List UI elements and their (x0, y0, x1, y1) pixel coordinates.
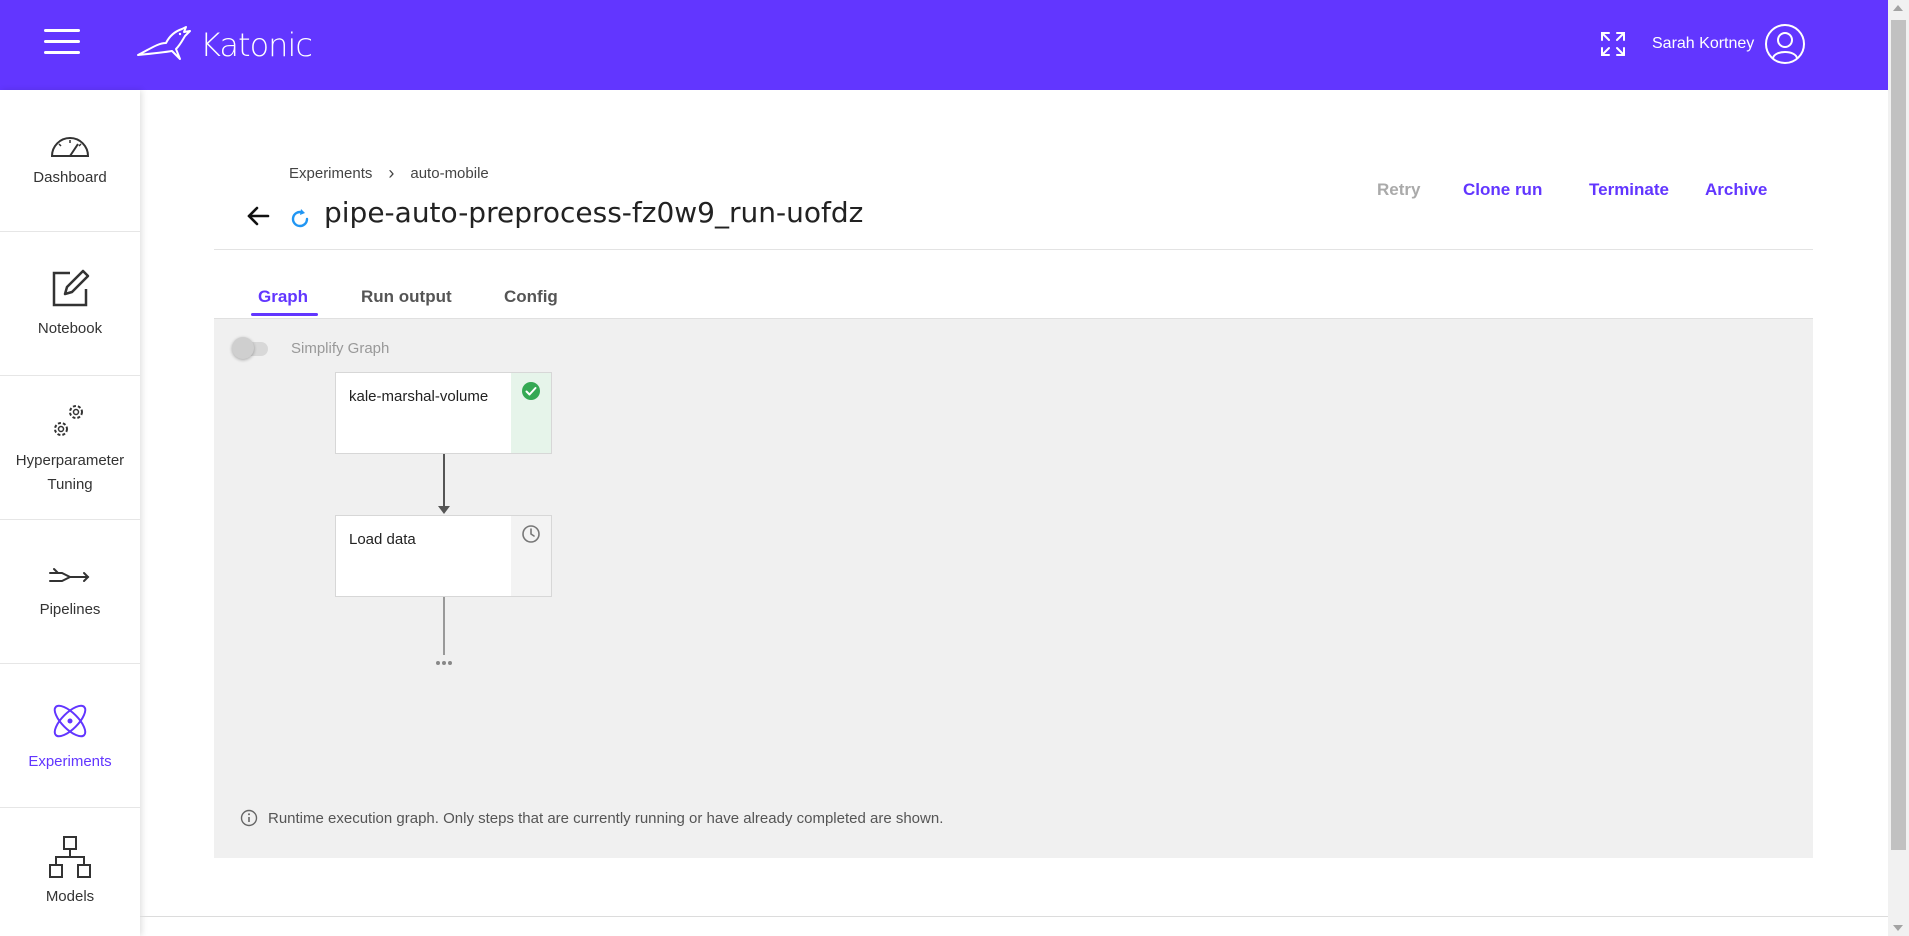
title-divider (214, 249, 1813, 250)
fullscreen-icon[interactable] (1600, 31, 1626, 57)
sidebar: Dashboard Notebook Hyperparameter Tuning… (0, 90, 140, 936)
sidebar-item-experiments[interactable]: Experiments (0, 664, 140, 808)
retry-button[interactable]: Retry (1377, 180, 1420, 200)
menu-icon[interactable] (44, 29, 80, 57)
atom-icon (53, 704, 87, 737)
node-status (511, 516, 551, 596)
simplify-graph-label: Simplify Graph (291, 340, 390, 357)
terminate-button[interactable]: Terminate (1589, 180, 1669, 200)
archive-button[interactable]: Archive (1705, 180, 1767, 200)
clone-run-button[interactable]: Clone run (1463, 180, 1542, 200)
sidebar-item-dashboard[interactable]: Dashboard (0, 90, 140, 232)
graph-info-text: Runtime execution graph. Only steps that… (268, 809, 944, 827)
pipeline-icon (49, 567, 90, 582)
breadcrumb: Experiments › auto-mobile (289, 163, 489, 184)
speedometer-icon (50, 136, 90, 157)
content-bottom-divider (140, 916, 1888, 917)
hierarchy-icon (49, 836, 91, 878)
clock-icon (522, 525, 540, 543)
breadcrumb-separator: › (388, 163, 395, 183)
scroll-thumb[interactable] (1891, 20, 1906, 850)
sidebar-item-notebook[interactable]: Notebook (0, 232, 140, 376)
vertical-scrollbar[interactable] (1888, 0, 1909, 936)
tab-graph[interactable]: Graph (258, 287, 308, 307)
brand-logo[interactable]: Katonic (136, 22, 313, 68)
breadcrumb-current[interactable]: auto-mobile (410, 165, 488, 182)
graph-panel: Simplify Graph kale-marshal-volume Load … (214, 318, 1813, 858)
graph-info-note: Runtime execution graph. Only steps that… (240, 809, 943, 827)
graph-edge (436, 597, 452, 665)
scroll-down-arrow[interactable] (1893, 925, 1903, 931)
top-bar: Katonic Sarah Kortney (0, 0, 1888, 90)
sidebar-item-label: Models (45, 888, 95, 905)
sidebar-item-models[interactable]: Models (0, 808, 140, 936)
graph-edge (438, 454, 450, 514)
info-icon (240, 809, 258, 827)
node-status (511, 373, 551, 453)
avatar[interactable] (1765, 24, 1805, 64)
page-title: pipe-auto-preprocess-fz0w9_run-uofdz (324, 196, 864, 229)
sidebar-item-label: Dashboard (33, 168, 107, 186)
brand-name: Katonic (200, 26, 313, 64)
sidebar-item-label: Hyperparameter Tuning (15, 451, 125, 493)
sidebar-item-label: Notebook (37, 319, 103, 337)
edit-icon (52, 269, 90, 306)
node-label: Load data (349, 531, 416, 548)
kangaroo-logo-icon (137, 26, 191, 60)
gears-icon (54, 404, 83, 436)
sidebar-item-label: Experiments (28, 752, 112, 770)
back-arrow-icon[interactable] (244, 202, 272, 230)
scroll-up-arrow[interactable] (1893, 5, 1903, 11)
sidebar-item-pipelines[interactable]: Pipelines (0, 520, 140, 664)
tab-config[interactable]: Config (504, 287, 558, 307)
tab-run-output[interactable]: Run output (361, 287, 452, 307)
sidebar-item-label: Pipelines (39, 600, 101, 618)
active-tab-indicator (251, 313, 318, 316)
breadcrumb-experiments-link[interactable]: Experiments (289, 165, 372, 182)
check-circle-icon (522, 382, 540, 400)
node-label: kale-marshal-volume (349, 388, 489, 405)
user-icon (1772, 32, 1798, 59)
graph-node-kale-marshal-volume[interactable]: kale-marshal-volume (335, 372, 552, 454)
sidebar-item-hyperparameter-tuning[interactable]: Hyperparameter Tuning (0, 376, 140, 520)
user-name[interactable]: Sarah Kortney (1652, 35, 1754, 53)
running-status-icon (291, 209, 309, 228)
graph-node-load-data[interactable]: Load data (335, 515, 552, 597)
simplify-graph-toggle[interactable] (232, 337, 272, 359)
